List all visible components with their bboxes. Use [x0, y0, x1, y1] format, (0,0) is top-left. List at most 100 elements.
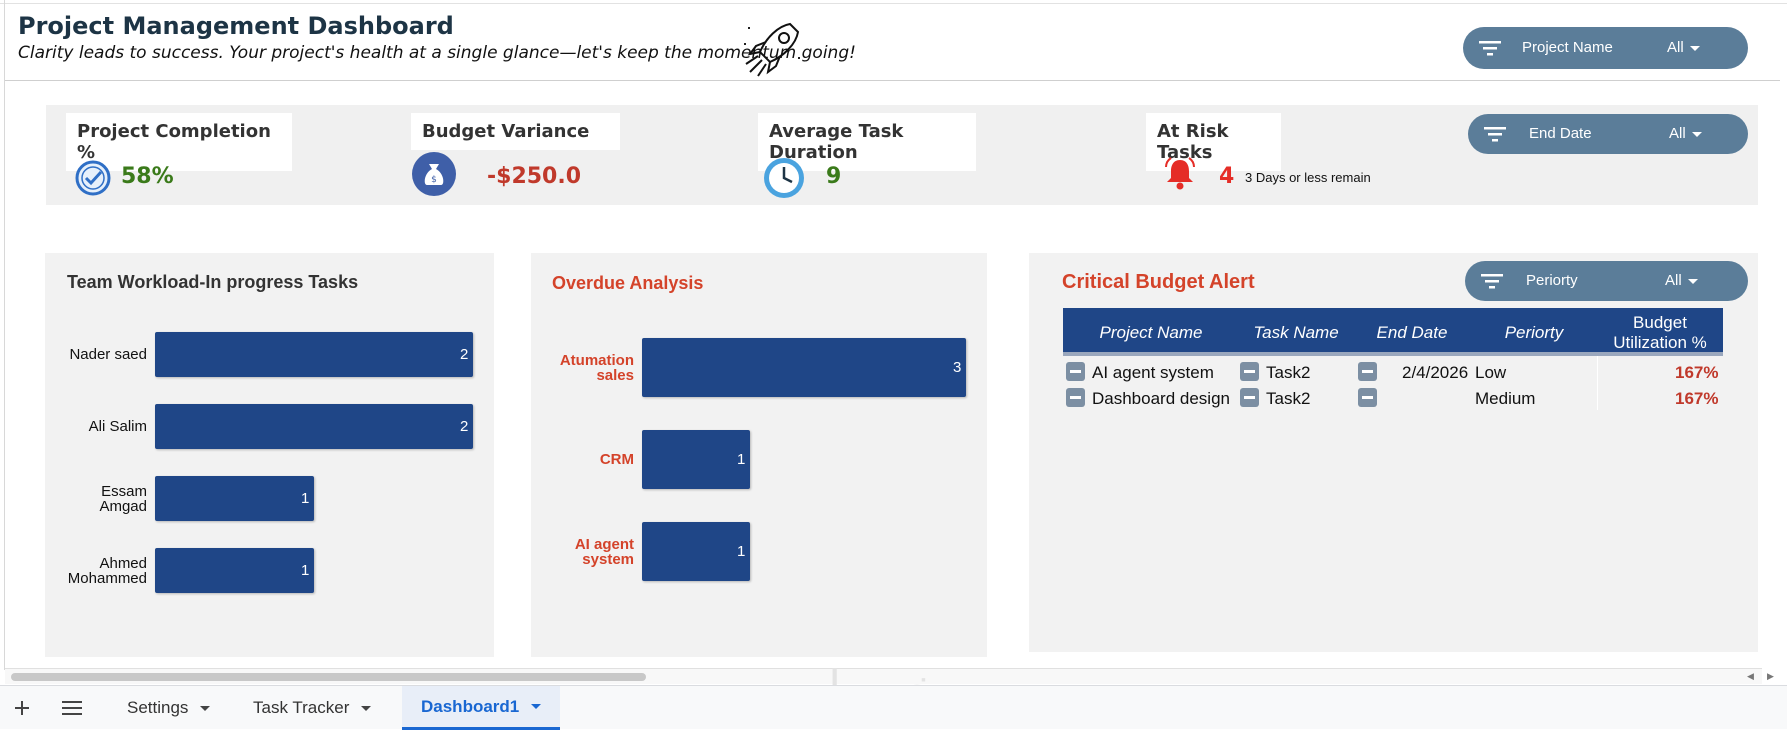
bar-value-label: 1 — [301, 561, 310, 579]
chevron-down-icon — [1691, 131, 1702, 137]
end-date-filter-label: End Date — [1529, 125, 1592, 142]
category-label-line: Essam — [101, 482, 147, 500]
add-sheet-icon[interactable] — [14, 700, 30, 716]
rocket-icon — [744, 22, 800, 77]
col-project-name: Project Name — [1099, 323, 1203, 342]
row1-priority: Low — [1475, 363, 1507, 382]
tab-dashboard1-label: Dashboard1 — [421, 696, 520, 716]
collapse-icon[interactable] — [1066, 362, 1085, 381]
col-budget-utilization: Budget Utilization % — [1597, 313, 1723, 353]
category-label-line: system — [582, 550, 634, 568]
category-label-line: Atumation — [559, 351, 634, 369]
row2-project: Dashboard design — [1092, 389, 1230, 408]
row2-task: Task2 — [1266, 389, 1311, 408]
column-separator — [1597, 356, 1598, 410]
budget-table-header: Project Name Task Name End Date Periorty… — [1063, 308, 1723, 356]
bar-value-label: 2 — [460, 417, 469, 435]
category-label: AI agent system — [502, 537, 634, 567]
category-label: Ahmed Mohammed — [15, 556, 147, 586]
all-sheets-menu-icon[interactable] — [62, 701, 82, 715]
kpi-completion-value: 58% — [121, 164, 174, 189]
category-label: Ali Salim — [15, 419, 147, 434]
category-label: Essam Amgad — [15, 484, 147, 514]
category-label-line: Ahmed — [99, 554, 147, 572]
chart-bar — [155, 332, 473, 377]
chart-bar — [642, 522, 750, 581]
project-name-filter-value: All — [1667, 39, 1700, 56]
project-name-filter-label: Project Name — [1522, 39, 1613, 56]
chevron-down-icon[interactable] — [200, 705, 211, 711]
collapse-icon[interactable] — [1066, 388, 1085, 407]
tab-task-tracker-label: Task Tracker — [253, 698, 350, 717]
row1-task: Task2 — [1266, 363, 1311, 382]
category-label-line: AI agent — [574, 535, 634, 553]
bar-value-label: 1 — [737, 450, 746, 468]
tab-settings[interactable]: Settings — [112, 686, 225, 730]
tab-dashboard1[interactable]: Dashboard1 — [402, 686, 561, 730]
tab-settings-label: Settings — [127, 698, 189, 717]
kpi-avg-duration-value: 9 — [826, 164, 842, 189]
tab-task-tracker[interactable]: Task Tracker — [238, 686, 386, 730]
col-budget-line1: Budget — [1633, 313, 1687, 332]
priority-filter[interactable]: Periorty All — [1465, 261, 1748, 301]
filter-icon — [1484, 127, 1506, 142]
collapse-icon[interactable] — [1358, 388, 1377, 407]
page-title: Project Management Dashboard — [18, 12, 454, 40]
scroll-right-icon[interactable]: ▶ — [1767, 671, 1774, 682]
kpi-budget-variance-value: -$250.0 — [487, 164, 582, 189]
critical-budget-title: Critical Budget Alert — [1062, 271, 1255, 293]
kpi-at-risk-value: 4 — [1219, 164, 1235, 189]
category-label-line: Mohammed — [67, 569, 147, 587]
header-divider — [5, 80, 1780, 81]
check-circle-icon — [75, 160, 111, 196]
category-label-line: Ali Salim — [88, 417, 147, 435]
priority-filter-label: Periorty — [1526, 272, 1578, 289]
col-end-date: End Date — [1376, 323, 1448, 342]
col-priority: Periorty — [1504, 323, 1564, 342]
collapse-icon[interactable] — [1240, 362, 1259, 381]
filter-icon — [1479, 41, 1501, 56]
category-label: Nader saed — [15, 347, 147, 362]
chart-bar — [155, 476, 314, 521]
end-date-filter[interactable]: End Date All — [1468, 114, 1748, 154]
collapse-icon[interactable] — [1358, 362, 1377, 381]
money-bag-icon: $ — [412, 152, 456, 196]
kpi-at-risk-note: 3 Days or less remain — [1245, 170, 1371, 185]
chart-bar — [642, 430, 750, 489]
chevron-down-icon — [1687, 278, 1698, 284]
scroll-left-icon[interactable]: ◀ — [1747, 671, 1754, 682]
row2-utilization: 167% — [1675, 389, 1719, 408]
row1-project: AI agent system — [1092, 363, 1214, 382]
chart-bar — [642, 338, 966, 397]
team-workload-title: Team Workload-In progress Tasks — [67, 272, 359, 292]
kpi-budget-variance-label: Budget Variance — [411, 113, 620, 150]
category-label: Atumation sales — [502, 353, 634, 383]
clock-icon — [764, 158, 804, 198]
bar-value-label: 3 — [953, 358, 962, 376]
chart-bar — [155, 548, 314, 593]
category-label-line: sales — [596, 366, 634, 384]
page-subtitle: Clarity leads to success. Your project's… — [18, 43, 856, 63]
row2-priority: Medium — [1475, 389, 1536, 408]
collapse-icon[interactable] — [1240, 388, 1259, 407]
bar-value-label: 1 — [737, 542, 746, 560]
category-label-line: CRM — [599, 450, 634, 468]
row-header-strip — [0, 0, 5, 670]
category-label-line: Nader saed — [69, 345, 147, 363]
chevron-down-icon[interactable] — [531, 704, 542, 709]
svg-text:$: $ — [431, 175, 437, 185]
sheet-tab-bar: Settings Task Tracker Dashboard1 — [0, 685, 1787, 730]
bar-value-label: 2 — [460, 345, 469, 363]
filter-icon — [1481, 274, 1503, 289]
team-workload-panel — [45, 253, 494, 657]
scrollbar-thumb[interactable] — [11, 673, 646, 681]
end-date-filter-value: All — [1669, 125, 1702, 142]
chevron-down-icon[interactable] — [361, 705, 372, 711]
category-label-line: Amgad — [99, 497, 147, 515]
project-name-filter[interactable]: Project Name All — [1463, 27, 1748, 69]
row1-utilization: 167% — [1675, 363, 1719, 382]
bell-alert-icon — [1165, 157, 1195, 190]
column-header-strip — [0, 0, 1787, 4]
priority-filter-value: All — [1665, 272, 1698, 289]
row1-end-date: 2/4/2026 — [1402, 363, 1469, 382]
